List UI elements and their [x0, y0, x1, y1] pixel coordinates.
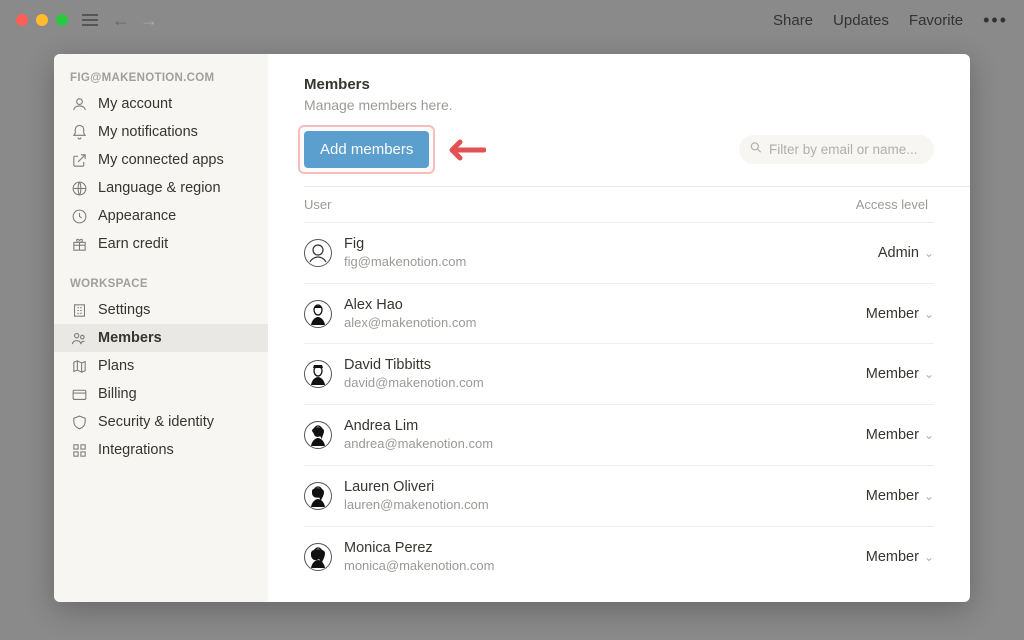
member-name: David Tibbitts — [344, 356, 814, 375]
sidebar-item-label: Earn credit — [98, 236, 168, 252]
member-email: lauren@makenotion.com — [344, 497, 814, 514]
avatar — [304, 543, 332, 571]
page-subtitle: Manage members here. — [304, 97, 934, 113]
credit-card-icon — [70, 385, 88, 403]
sidebar-item-label: Billing — [98, 386, 137, 402]
chevron-down-icon: ⌄ — [924, 307, 934, 321]
sidebar-item-plans[interactable]: Plans — [54, 352, 268, 380]
member-name: Andrea Lim — [344, 417, 814, 436]
sidebar-item-settings[interactable]: Settings — [54, 296, 268, 324]
sidebar-item-billing[interactable]: Billing — [54, 380, 268, 408]
column-header-access: Access level — [814, 197, 934, 212]
sidebar-item-connected-apps[interactable]: My connected apps — [54, 146, 268, 174]
chevron-down-icon: ⌄ — [924, 367, 934, 381]
sidebar-item-integrations[interactable]: Integrations — [54, 436, 268, 464]
column-header-user: User — [304, 197, 814, 212]
fullscreen-window-button[interactable] — [56, 14, 68, 26]
grid-icon — [70, 441, 88, 459]
sidebar-item-members[interactable]: Members — [54, 324, 268, 352]
chevron-down-icon: ⌄ — [924, 489, 934, 503]
sidebar-item-label: Integrations — [98, 442, 174, 458]
updates-button[interactable]: Updates — [833, 12, 889, 29]
system-topbar: ← → Share Updates Favorite ••• — [0, 0, 1024, 40]
chevron-down-icon: ⌄ — [924, 550, 934, 564]
share-button[interactable]: Share — [773, 12, 813, 29]
access-level-dropdown[interactable]: Member⌄ — [814, 366, 934, 382]
access-level-dropdown[interactable]: Admin⌄ — [814, 245, 934, 261]
favorite-button[interactable]: Favorite — [909, 12, 963, 29]
content-pane: Members Manage members here. Add members… — [268, 54, 970, 602]
sidebar-item-appearance[interactable]: Appearance — [54, 202, 268, 230]
bell-icon — [70, 123, 88, 141]
member-name: Lauren Oliveri — [344, 478, 814, 497]
member-email: david@makenotion.com — [344, 375, 814, 392]
people-icon — [70, 329, 88, 347]
member-row: Lauren Oliveri lauren@makenotion.com Mem… — [304, 465, 934, 526]
tutorial-arrow-icon — [444, 133, 486, 172]
member-email: andrea@makenotion.com — [344, 436, 814, 453]
sidebar-item-notifications[interactable]: My notifications — [54, 118, 268, 146]
search-icon — [749, 140, 763, 159]
window-traffic-lights — [16, 14, 68, 26]
sidebar-item-label: Language & region — [98, 180, 221, 196]
member-row: Andrea Lim andrea@makenotion.com Member⌄ — [304, 404, 934, 465]
access-level-dropdown[interactable]: Member⌄ — [814, 488, 934, 504]
sidebar-item-security[interactable]: Security & identity — [54, 408, 268, 436]
avatar — [304, 360, 332, 388]
member-row: David Tibbitts david@makenotion.com Memb… — [304, 343, 934, 404]
member-name: Alex Hao — [344, 296, 814, 315]
access-level-dropdown[interactable]: Member⌄ — [814, 306, 934, 322]
settings-modal: FIG@MAKENOTION.COM My account My notific… — [54, 54, 970, 602]
sidebar-item-label: Members — [98, 330, 162, 346]
sidebar-item-label: My connected apps — [98, 152, 224, 168]
member-name: Monica Perez — [344, 539, 814, 558]
member-email: fig@makenotion.com — [344, 254, 814, 271]
sidebar-item-label: My account — [98, 96, 172, 112]
avatar — [304, 300, 332, 328]
forward-button[interactable]: → — [140, 10, 158, 31]
account-section-title: FIG@MAKENOTION.COM — [54, 68, 268, 90]
member-list: Fig fig@makenotion.com Admin⌄ Alex Hao a… — [304, 222, 934, 602]
external-link-icon — [70, 151, 88, 169]
minimize-window-button[interactable] — [36, 14, 48, 26]
sidebar-item-label: Plans — [98, 358, 134, 374]
workspace-section-title: WORKSPACE — [54, 274, 268, 296]
member-row: Fig fig@makenotion.com Admin⌄ — [304, 222, 934, 283]
table-header: User Access level — [304, 187, 934, 222]
settings-sidebar: FIG@MAKENOTION.COM My account My notific… — [54, 54, 268, 602]
sidebar-item-label: Settings — [98, 302, 150, 318]
close-window-button[interactable] — [16, 14, 28, 26]
menu-icon[interactable] — [82, 14, 98, 26]
filter-input[interactable] — [739, 135, 934, 164]
sidebar-item-label: My notifications — [98, 124, 198, 140]
add-members-button[interactable]: Add members — [304, 131, 429, 168]
avatar — [304, 421, 332, 449]
chevron-down-icon: ⌄ — [924, 428, 934, 442]
avatar — [304, 239, 332, 267]
shield-icon — [70, 413, 88, 431]
member-row: Alex Hao alex@makenotion.com Member⌄ — [304, 283, 934, 344]
clock-icon — [70, 207, 88, 225]
back-button[interactable]: ← — [112, 10, 130, 31]
globe-icon — [70, 179, 88, 197]
member-email: monica@makenotion.com — [344, 558, 814, 575]
map-icon — [70, 357, 88, 375]
access-level-dropdown[interactable]: Member⌄ — [814, 427, 934, 443]
sidebar-item-label: Appearance — [98, 208, 176, 224]
more-button[interactable]: ••• — [983, 10, 1008, 31]
avatar — [304, 482, 332, 510]
access-level-dropdown[interactable]: Member⌄ — [814, 549, 934, 565]
sidebar-item-label: Security & identity — [98, 414, 214, 430]
sidebar-item-my-account[interactable]: My account — [54, 90, 268, 118]
gift-icon — [70, 235, 88, 253]
sidebar-item-earn-credit[interactable]: Earn credit — [54, 230, 268, 258]
page-title: Members — [304, 76, 934, 93]
building-icon — [70, 301, 88, 319]
member-name: Fig — [344, 235, 814, 254]
sidebar-item-language[interactable]: Language & region — [54, 174, 268, 202]
member-row: Monica Perez monica@makenotion.com Membe… — [304, 526, 934, 587]
avatar-icon — [70, 95, 88, 113]
chevron-down-icon: ⌄ — [924, 246, 934, 260]
member-email: alex@makenotion.com — [344, 315, 814, 332]
